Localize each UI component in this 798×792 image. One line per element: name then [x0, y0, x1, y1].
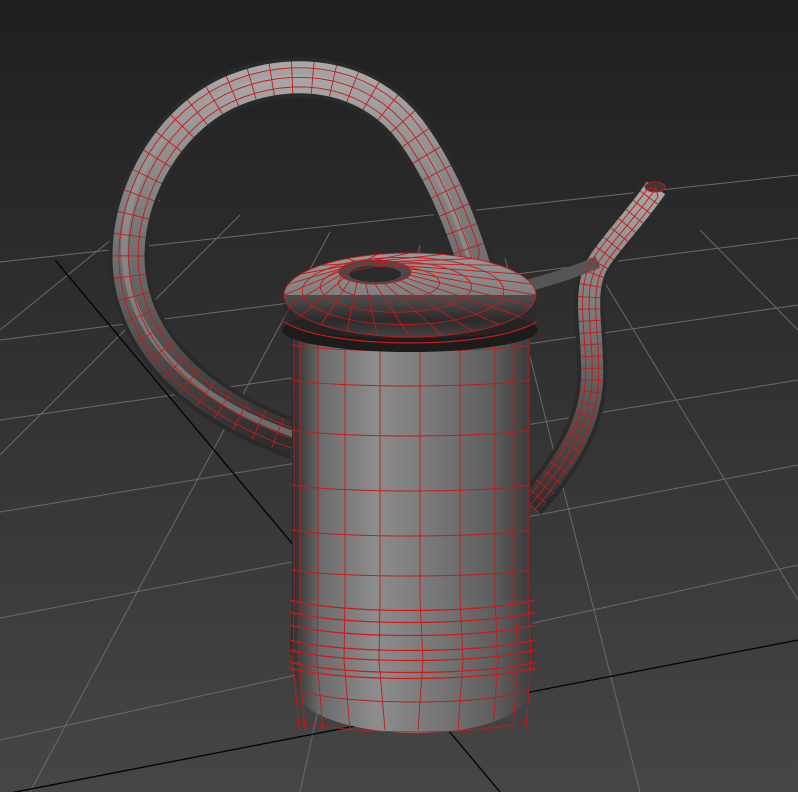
viewport-canvas[interactable]	[0, 0, 798, 792]
can-body-mesh[interactable]	[289, 330, 536, 734]
perspective-viewport[interactable]	[0, 0, 798, 792]
grid-line	[599, 274, 798, 601]
grid-line	[699, 229, 798, 331]
lid-mesh[interactable]	[282, 252, 538, 352]
watering-can-model[interactable]	[108, 57, 669, 734]
